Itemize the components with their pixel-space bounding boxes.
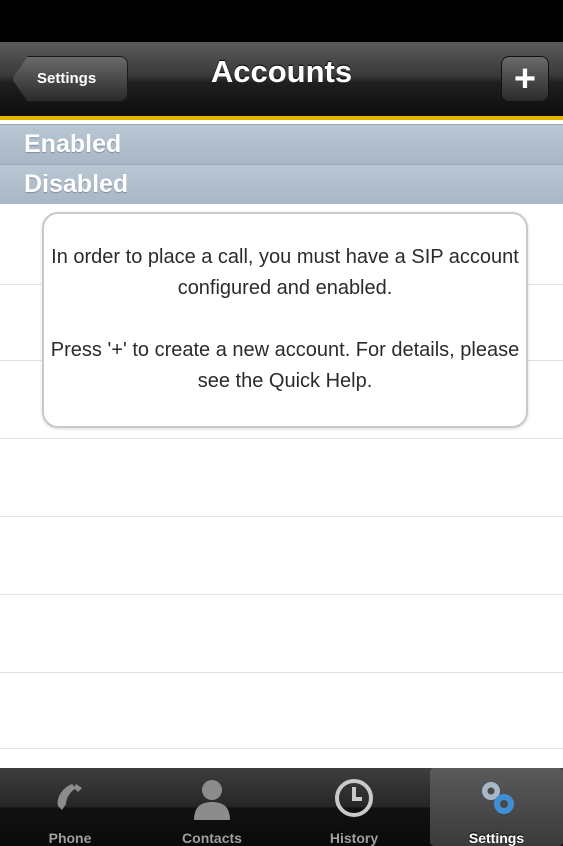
section-header-enabled: Enabled — [0, 124, 563, 164]
tab-phone[interactable]: Phone — [0, 768, 140, 846]
message-text: In order to place a call, you must have … — [51, 246, 519, 299]
page-title: Accounts — [210, 54, 353, 89]
table-row-divider — [0, 438, 563, 439]
tab-label: Phone — [48, 830, 92, 846]
gears-icon — [481, 782, 514, 814]
tab-label: Settings — [468, 830, 525, 846]
add-account-button[interactable]: + — [501, 56, 549, 102]
table-row-divider — [0, 748, 563, 749]
tab-label: History — [329, 830, 379, 846]
clock-icon — [335, 779, 373, 817]
tab-settings[interactable]: Settings — [430, 768, 563, 846]
phone-icon — [57, 784, 82, 810]
table-row-divider — [0, 672, 563, 673]
table-row-divider — [0, 516, 563, 517]
no-account-message-box: In order to place a call, you must have … — [42, 212, 528, 428]
tab-contacts[interactable]: Contacts — [142, 768, 282, 846]
navigation-bar: Settings Accounts + — [0, 42, 563, 120]
status-bar — [0, 0, 563, 42]
tab-history[interactable]: History — [284, 768, 424, 846]
message-hint-text: Press '+' to create a new account. For d… — [50, 339, 520, 392]
tab-label: Contacts — [182, 830, 242, 846]
table-row-divider — [0, 594, 563, 595]
section-header-disabled: Disabled — [0, 164, 563, 204]
tab-bar: Phone Contacts History Settings — [0, 768, 563, 846]
contacts-icon — [194, 780, 230, 820]
